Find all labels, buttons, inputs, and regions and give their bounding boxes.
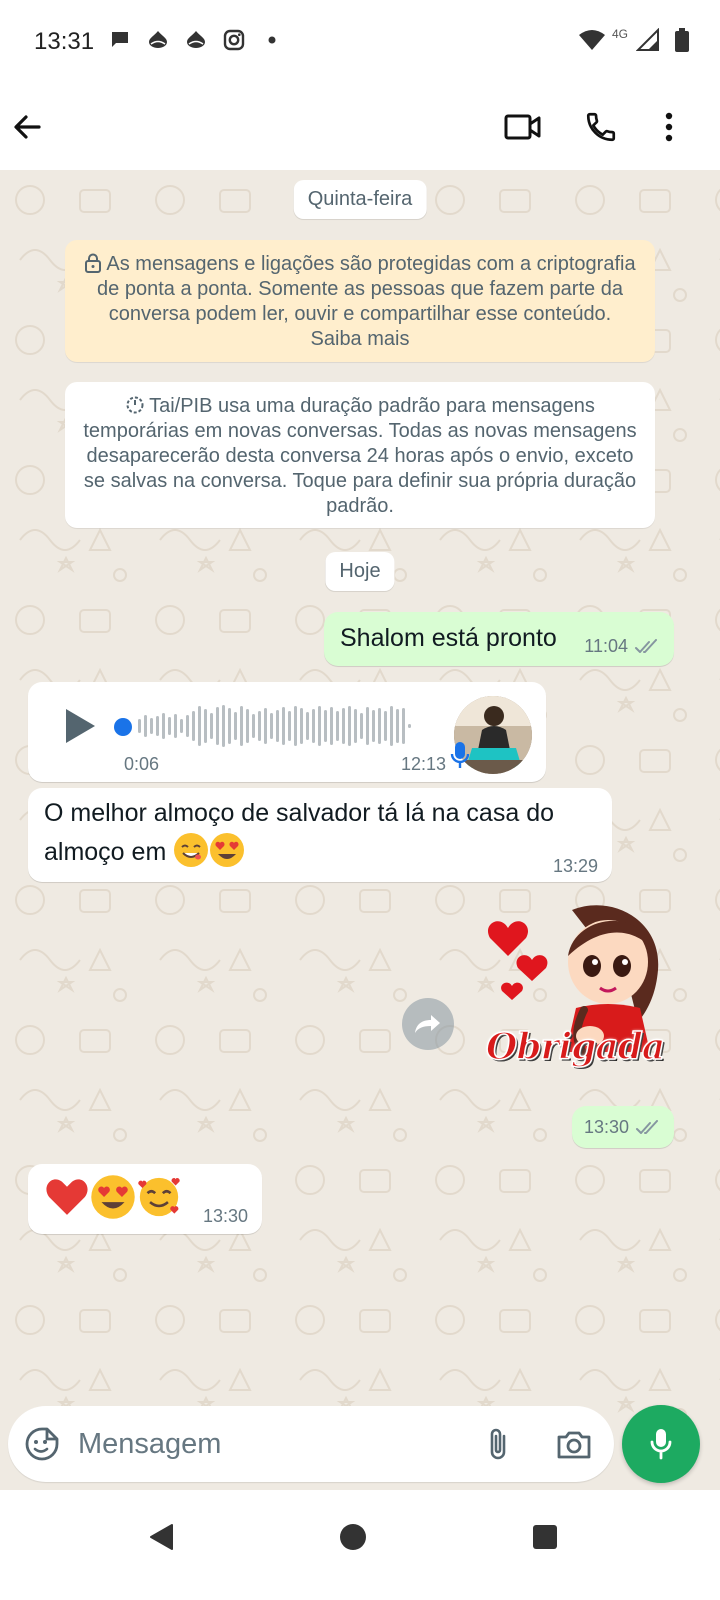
- voice-waveform[interactable]: [138, 704, 411, 748]
- voice-call-button[interactable]: [574, 100, 628, 154]
- read-ticks-icon: [636, 1119, 659, 1134]
- message-bubble-outgoing[interactable]: Shalom está pronto 11:04: [324, 612, 674, 666]
- play-button[interactable]: [62, 706, 98, 746]
- instagram-icon: [220, 26, 248, 54]
- message-time: 13:29: [552, 856, 598, 876]
- emoji-row: [44, 1174, 182, 1220]
- camera-button[interactable]: [554, 1424, 594, 1464]
- heart-eyes-icon: [210, 833, 245, 867]
- play-icon: [66, 709, 95, 743]
- message-bubble-incoming[interactable]: O melhor almoço de salvador tá lá na cas…: [28, 788, 612, 882]
- timer-icon: [126, 396, 144, 414]
- status-bar: 13:31 4G: [0, 0, 720, 84]
- forward-button[interactable]: [402, 998, 454, 1050]
- message-composer: Mensagem: [8, 1406, 614, 1482]
- voice-message-bubble[interactable]: 0:06 12:13: [28, 682, 546, 782]
- lock-icon: [85, 253, 102, 273]
- network-type: 4G: [611, 27, 628, 41]
- record-voice-button[interactable]: [622, 1405, 700, 1483]
- recents-square-icon: [533, 1525, 557, 1549]
- message-time: 12:13: [400, 754, 446, 774]
- message-meta: 11:04: [584, 636, 660, 657]
- smiling-face-icon: [174, 833, 209, 867]
- more-vert-icon: [665, 112, 673, 142]
- sticker-caption: Obrigada: [485, 1025, 666, 1069]
- chat-bubble-icon: [106, 26, 134, 54]
- sticker-icon: [25, 1427, 59, 1461]
- chat-header: [0, 84, 720, 170]
- phone-icon: [586, 112, 616, 142]
- message-meta: 13:29: [553, 856, 598, 877]
- encryption-notice[interactable]: As mensagens e ligações são protegidas c…: [65, 240, 655, 362]
- read-ticks-icon: [635, 638, 657, 653]
- date-chip-thursday: Quinta-feira: [293, 180, 427, 219]
- sticker-meta-chip: 13:30: [572, 1106, 674, 1148]
- encryption-notice-text: As mensagens e ligações são protegidas c…: [97, 253, 636, 350]
- battery-icon: [668, 26, 696, 54]
- message-input[interactable]: Mensagem: [78, 1428, 221, 1461]
- voice-duration: 0:06: [124, 754, 160, 774]
- video-call-button[interactable]: [496, 100, 550, 154]
- signal-icon: [634, 26, 662, 54]
- message-time: 11:04: [584, 636, 628, 656]
- attach-button[interactable]: [478, 1424, 518, 1464]
- video-camera-icon: [504, 114, 541, 140]
- bank-icon: [144, 26, 172, 54]
- more-options-button[interactable]: [642, 100, 696, 154]
- mic-icon: [650, 1429, 672, 1460]
- attach-icon: [490, 1428, 506, 1460]
- dot-icon: [258, 26, 286, 54]
- status-time: 13:31: [34, 28, 95, 55]
- date-chip-today: Hoje: [325, 552, 395, 591]
- disappearing-messages-notice[interactable]: Tai/PIB usa uma duração padrão para mens…: [65, 382, 655, 528]
- bank-icon: [182, 26, 210, 54]
- message-meta: 13:30: [203, 1206, 248, 1227]
- message-time: 13:30: [584, 1117, 630, 1137]
- sticker-message[interactable]: Obrigada: [480, 898, 676, 1088]
- nav-back-button[interactable]: [136, 1512, 186, 1562]
- nav-home-button[interactable]: [328, 1512, 378, 1562]
- nav-recents-button[interactable]: [520, 1512, 570, 1562]
- back-button[interactable]: [0, 100, 54, 154]
- heart-eyes-icon: [91, 1175, 135, 1219]
- wifi-icon: [578, 26, 606, 54]
- sticker-button[interactable]: [22, 1424, 62, 1464]
- forward-icon: [415, 1015, 440, 1033]
- message-time: 13:30: [202, 1206, 248, 1226]
- home-circle-icon: [340, 1524, 366, 1550]
- system-icons: 4G: [578, 26, 696, 54]
- camera-icon: [557, 1431, 591, 1459]
- message-bubble-incoming-emoji[interactable]: 13:30: [28, 1164, 262, 1234]
- system-navigation-bar: [0, 1490, 720, 1600]
- voice-progress-thumb[interactable]: [114, 718, 132, 736]
- voice-mic-badge: [450, 740, 470, 775]
- mic-icon: [450, 742, 470, 768]
- chat-area[interactable]: Quinta-feira As mensagens e ligações são…: [0, 170, 720, 1435]
- notification-icons: [106, 26, 286, 54]
- disappearing-notice-text: Tai/PIB usa uma duração padrão para mens…: [83, 395, 637, 517]
- message-text: Shalom está pronto: [340, 624, 557, 652]
- message-meta: 13:30: [584, 1117, 661, 1138]
- message-text: O melhor almoço de salvador tá lá na cas…: [44, 799, 554, 866]
- back-arrow-icon: [14, 115, 41, 139]
- smiling-hearts-icon: [138, 1177, 180, 1217]
- back-triangle-icon: [150, 1524, 173, 1550]
- red-heart-icon: [46, 1179, 88, 1215]
- message-text-wrapper: O melhor almoço de salvador tá lá na cas…: [44, 794, 600, 871]
